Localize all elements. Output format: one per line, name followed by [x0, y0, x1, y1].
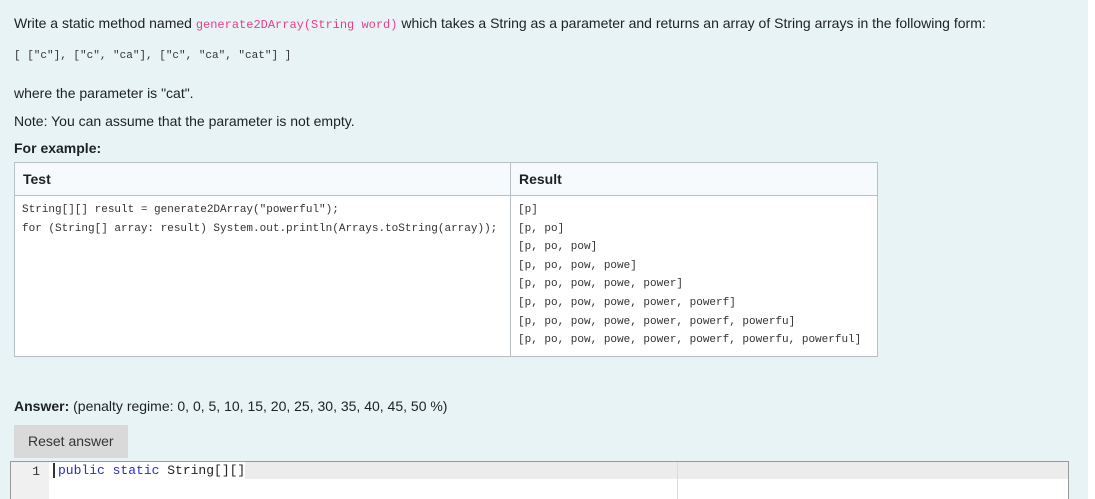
- test-column-header: Test: [14, 162, 511, 196]
- example-table-header-row: Test Result: [14, 162, 878, 196]
- for-example-label: For example:: [14, 140, 102, 156]
- example-array-output: [ ["c"], ["c", "ca"], ["c", "ca", "cat"]…: [14, 50, 292, 62]
- code-editor[interactable]: 1 public static String[][]: [10, 460, 1069, 499]
- reset-answer-button[interactable]: Reset answer: [14, 424, 128, 458]
- assumption-note: Note: You can assume that the parameter …: [14, 113, 355, 129]
- result-cell: [p] [p, po] [p, po, pow] [p, po, pow, po…: [510, 195, 878, 357]
- text-cursor: [53, 462, 55, 478]
- question-intro-suffix: which takes a String as a parameter and …: [397, 15, 986, 31]
- question-intro: Write a static method named generate2DAr…: [14, 14, 1088, 35]
- editor-content[interactable]: public static String[][]: [49, 461, 1068, 499]
- test-code-line: String[][] result = generate2DArray("pow…: [22, 204, 339, 216]
- result-line: [p, po, pow, powe, power]: [518, 278, 684, 291]
- result-line: [p, po]: [518, 222, 565, 235]
- active-line-fill: [245, 461, 1068, 479]
- test-cell: String[][] result = generate2DArray("pow…: [14, 195, 511, 357]
- result-line: [p, po, pow, powe, power, powerf, powerf…: [518, 315, 796, 328]
- editor-gutter: 1: [11, 461, 49, 499]
- code-text: String[][]: [159, 462, 246, 478]
- inline-code-method-signature: generate2DArray(String word): [195, 18, 398, 32]
- code-line-1[interactable]: public static String[][]: [49, 461, 1068, 479]
- code-keyword: public static: [58, 462, 160, 478]
- print-margin-line: [677, 461, 678, 499]
- test-code-line: for (String[] array: result) System.out.…: [22, 222, 498, 235]
- result-line: [p, po, pow]: [518, 241, 598, 254]
- result-line: [p, po, pow, powe, power, powerf]: [518, 296, 736, 309]
- answer-label: Answer:: [14, 397, 70, 414]
- parameter-note: where the parameter is "cat".: [14, 85, 194, 101]
- question-panel: Write a static method named generate2DAr…: [0, 0, 1088, 499]
- result-line: [p, po, pow, powe, power, powerf, powerf…: [518, 334, 862, 347]
- result-line: [p, po, pow, powe]: [518, 259, 637, 272]
- question-intro-prefix: Write a static method named: [14, 15, 196, 31]
- line-number: 1: [32, 463, 40, 479]
- example-table: Test Result String[][] result = generate…: [14, 162, 878, 357]
- result-line: [p]: [518, 204, 538, 216]
- example-table-body-row: String[][] result = generate2DArray("pow…: [14, 195, 878, 357]
- result-column-header: Result: [510, 162, 878, 196]
- penalty-regime-text: (penalty regime: 0, 0, 5, 10, 15, 20, 25…: [69, 397, 448, 414]
- answer-heading: Answer: (penalty regime: 0, 0, 5, 10, 15…: [14, 398, 1088, 415]
- page-right-margin: [1088, 0, 1095, 499]
